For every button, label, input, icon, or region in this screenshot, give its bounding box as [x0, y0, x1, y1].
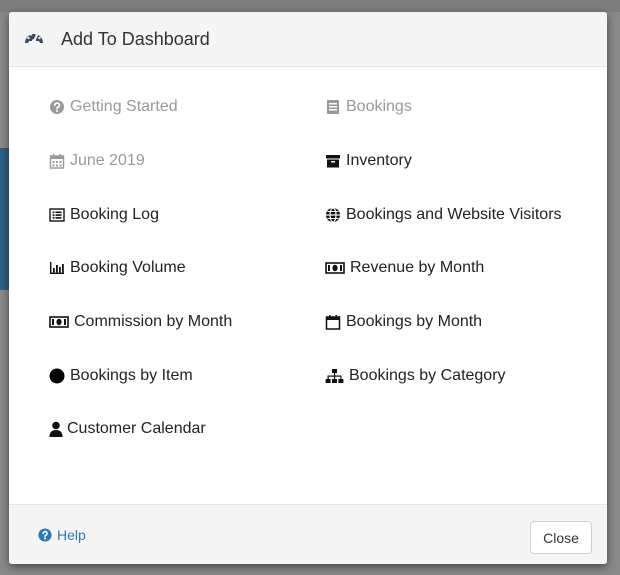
item-label: June 2019	[70, 152, 145, 169]
item-bookings-website-visitors[interactable]: Bookings and Website Visitors	[325, 206, 562, 224]
close-button[interactable]: Close	[530, 521, 592, 554]
calendar-grid-icon	[49, 153, 65, 169]
item-bookings-by-month[interactable]: Bookings by Month	[325, 313, 482, 331]
user-icon	[49, 421, 63, 437]
item-label: Customer Calendar	[67, 420, 206, 437]
item-booking-volume[interactable]: Booking Volume	[49, 259, 186, 277]
item-bookings-by-item[interactable]: Bookings by Item	[49, 367, 193, 385]
item-label: Revenue by Month	[350, 259, 485, 276]
background-panel	[0, 148, 9, 290]
item-label: Bookings and Website Visitors	[346, 206, 562, 223]
background-topbar	[0, 0, 620, 12]
item-getting-started: Getting Started	[49, 98, 178, 116]
item-label: Getting Started	[70, 98, 178, 115]
circle-icon	[49, 368, 65, 384]
globe-icon	[325, 207, 341, 223]
add-to-dashboard-modal: Add To Dashboard Getting Started Booking…	[9, 12, 607, 564]
list-alt-icon	[49, 207, 65, 223]
money-icon	[325, 260, 345, 276]
item-revenue-by-month[interactable]: Revenue by Month	[325, 259, 484, 277]
item-inventory[interactable]: Inventory	[325, 152, 412, 170]
item-customer-calendar[interactable]: Customer Calendar	[49, 420, 206, 438]
question-circle-icon	[49, 99, 65, 115]
question-circle-icon	[38, 528, 52, 542]
item-label: Booking Log	[70, 206, 159, 223]
modal-title: Add To Dashboard	[61, 28, 210, 49]
item-bookings-by-category[interactable]: Bookings by Category	[325, 367, 506, 385]
book-icon	[325, 99, 341, 115]
money-icon	[49, 314, 69, 330]
help-link[interactable]: Help	[38, 527, 86, 543]
modal-footer: Help Close	[9, 504, 607, 564]
item-label: Commission by Month	[74, 313, 233, 330]
item-commission-by-month[interactable]: Commission by Month	[49, 313, 232, 331]
calendar-icon	[325, 314, 341, 330]
archive-icon	[325, 153, 341, 169]
sitemap-icon	[325, 368, 344, 384]
bar-chart-icon	[49, 260, 65, 276]
item-label: Booking Volume	[70, 259, 186, 276]
item-label: Bookings	[346, 98, 412, 115]
item-label: Bookings by Month	[346, 313, 483, 330]
item-june-2019: June 2019	[49, 152, 145, 170]
dashboard-icon	[23, 28, 45, 50]
item-label: Bookings by Category	[349, 367, 506, 384]
item-booking-log[interactable]: Booking Log	[49, 206, 159, 224]
modal-header: Add To Dashboard	[9, 12, 607, 67]
help-label: Help	[57, 527, 86, 543]
modal-body: Getting Started Bookings June 2019 Inven…	[9, 67, 607, 504]
item-bookings: Bookings	[325, 98, 412, 116]
item-label: Bookings by Item	[70, 367, 193, 384]
item-label: Inventory	[346, 152, 412, 169]
